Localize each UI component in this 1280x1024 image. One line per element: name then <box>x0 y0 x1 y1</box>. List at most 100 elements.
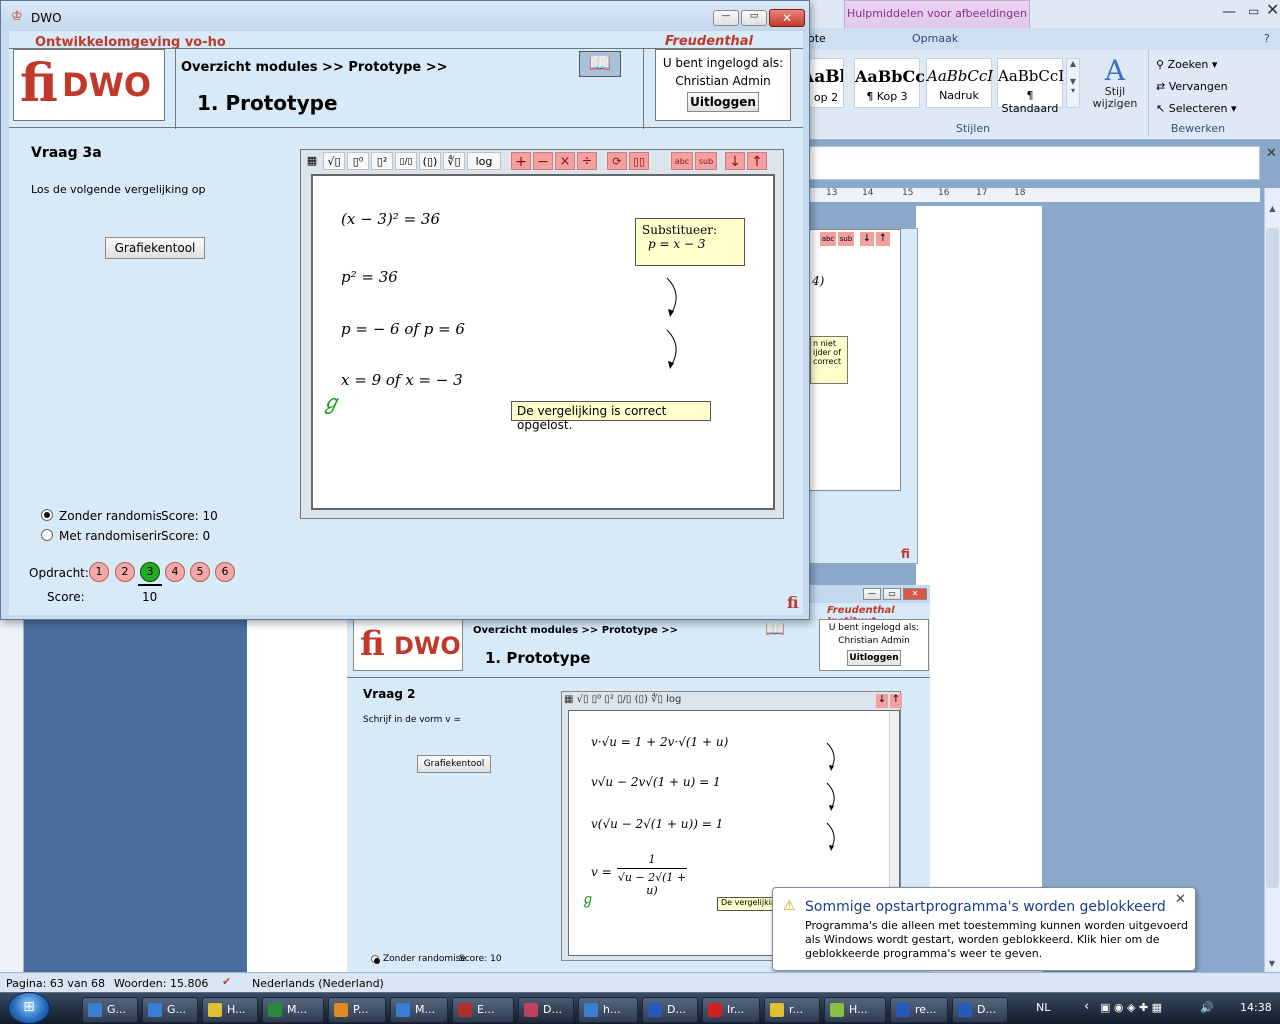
horizontal-ruler[interactable]: 13 14 15 16 17 18 <box>808 188 1260 202</box>
assignment-5[interactable]: 5 <box>190 562 210 582</box>
radio-random[interactable] <box>41 529 53 541</box>
dwo2-close-icon[interactable]: ✕ <box>903 588 927 600</box>
dwo2-minimize-icon[interactable]: — <box>863 588 881 600</box>
task-item-1[interactable]: G... <box>82 997 138 1023</box>
status-language[interactable]: Nederlands (Nederland) <box>252 977 384 990</box>
status-words[interactable]: Woorden: 15.806 <box>114 977 208 990</box>
task-item-15[interactable]: D... <box>952 997 1008 1023</box>
assignment-4[interactable]: 4 <box>165 562 185 582</box>
maximize-word-icon[interactable]: ▭ <box>1248 4 1259 18</box>
help-icon[interactable]: ? <box>1264 32 1270 45</box>
task-item-3[interactable]: H... <box>202 997 258 1023</box>
dwo2-maximize-icon[interactable]: ▭ <box>883 588 901 600</box>
word-vertical-scrollbar[interactable]: ▲ ▼ <box>1264 188 1280 972</box>
assignment-1[interactable]: 1 <box>89 562 109 582</box>
start-button[interactable]: ⊞ <box>8 992 50 1024</box>
task-item-12[interactable]: r... <box>764 997 820 1023</box>
square-icon[interactable]: ▯² <box>371 152 393 170</box>
style-nadruk[interactable]: AaBbCcI Nadruk <box>926 58 993 108</box>
clock[interactable]: 14:38 <box>1240 1001 1272 1014</box>
assignment-6[interactable]: 6 <box>215 562 235 582</box>
parentheses-icon[interactable]: (▯) <box>419 152 441 170</box>
equation-1[interactable]: (x − 3)² = 36 <box>341 210 440 228</box>
task-item-10[interactable]: D... <box>642 997 698 1023</box>
log-icon[interactable]: log <box>467 152 501 170</box>
dwo2-radio-no-random[interactable] <box>371 955 380 964</box>
arrow-down-icon[interactable]: ↓ <box>725 152 745 170</box>
grid-icon[interactable]: ▦ <box>303 152 321 170</box>
tab-partial[interactable]: ote <box>808 32 826 45</box>
dwo-breadcrumb[interactable]: Overzicht modules >> Prototype >> <box>181 60 448 75</box>
split-icon[interactable]: ▯▯ <box>629 152 649 170</box>
replace-button[interactable]: ⇄ Vervangen <box>1156 80 1228 93</box>
language-indicator[interactable]: NL <box>1036 1001 1050 1014</box>
plus-icon[interactable]: + <box>511 152 531 170</box>
dwo-maximize-icon[interactable]: ▭ <box>741 10 767 26</box>
tray-icons[interactable]: ▣ ◉ ◈ ✚ ▦ <box>1100 1001 1190 1015</box>
dwo2-logout-button[interactable]: Uitloggen <box>847 650 901 666</box>
word-page[interactable] <box>916 206 1042 972</box>
equation-4[interactable]: x = 9 of x = − 3 <box>341 371 463 389</box>
dwo2-graph-tool-button[interactable]: Grafiekentool <box>417 755 491 773</box>
change-style-button[interactable]: A Stijl wijzigen <box>1088 56 1142 116</box>
times-icon[interactable]: × <box>555 152 575 170</box>
task-item-5[interactable]: P... <box>328 997 386 1023</box>
task-item-dwo[interactable]: D... <box>518 997 574 1023</box>
question-instruction: Los de volgende vergelijking op <box>31 183 206 196</box>
dwo2-up-icon[interactable]: ↑ <box>890 694 902 708</box>
editor-canvas[interactable]: (x − 3)² = 36 p² = 36 p = − 6 of p = 6 x… <box>311 174 775 510</box>
power-zero-icon[interactable]: ▯⁰ <box>347 152 369 170</box>
assignment-3[interactable]: 3 <box>140 562 160 582</box>
divide-icon[interactable]: ÷ <box>577 152 597 170</box>
close-word-icon[interactable]: ✕ <box>1266 0 1279 19</box>
task-item-2[interactable]: G... <box>142 997 198 1023</box>
abc-icon[interactable]: abc <box>671 152 693 170</box>
assignment-2[interactable]: 2 <box>115 562 135 582</box>
status-page[interactable]: Pagina: 63 van 68 <box>6 977 105 990</box>
equation-2[interactable]: p² = 36 <box>341 268 398 286</box>
app-icon <box>708 1003 722 1017</box>
minimize-word-icon[interactable]: — <box>1222 4 1236 20</box>
minus-icon[interactable]: − <box>533 152 553 170</box>
nth-root-icon[interactable]: ∜▯ <box>443 152 465 170</box>
style-kop3[interactable]: AaBbCc ¶ Kop 3 <box>854 58 925 108</box>
fraction-icon[interactable]: ▯/▯ <box>395 152 417 170</box>
dwo-close-icon[interactable]: ✕ <box>769 9 805 27</box>
word-page-left[interactable] <box>247 620 347 972</box>
find-button[interactable]: ⚲ Zoeken ▾ <box>1156 58 1217 71</box>
balloon-close-icon[interactable]: ✕ <box>1175 892 1186 907</box>
radio-no-random[interactable] <box>41 509 53 521</box>
task-item-4[interactable]: M... <box>262 997 324 1023</box>
select-button[interactable]: ↖ Selecteren ▾ <box>1156 102 1236 115</box>
sqrt-icon[interactable]: √▯ <box>323 152 345 170</box>
tab-opmaak[interactable]: Opmaak <box>912 32 958 45</box>
blocked-startup-balloon[interactable]: ⚠ Sommige opstartprogramma's worden gebl… <box>772 887 1196 971</box>
tray-expand-icon[interactable]: ‹ <box>1084 999 1089 1014</box>
proofing-icon[interactable]: ✔ <box>222 975 231 988</box>
task-item-13[interactable]: H... <box>824 997 886 1023</box>
logout-button[interactable]: Uitloggen <box>687 92 759 112</box>
dwo-minimize-icon[interactable]: — <box>713 10 739 26</box>
task-item-14[interactable]: re... <box>890 997 948 1023</box>
equation-3[interactable]: p = − 6 of p = 6 <box>341 320 465 338</box>
dwo2-book-icon[interactable]: 📖 <box>765 619 799 639</box>
dwo2-breadcrumb[interactable]: Overzicht modules >> Prototype >> <box>473 625 678 636</box>
task-item-9[interactable]: h... <box>578 997 638 1023</box>
rotate-icon[interactable]: ⟳ <box>607 152 627 170</box>
styles-scroll[interactable]: ▲ ▼ ▾ <box>1066 58 1080 108</box>
dwo-book-icon[interactable]: 📖 <box>579 51 621 77</box>
task-item-11[interactable]: Ir... <box>702 997 760 1023</box>
close-bar-icon[interactable]: ✕ <box>1266 146 1277 161</box>
style-standaard[interactable]: AaBbCcI ¶ Standaard <box>997 58 1064 115</box>
graph-tool-button[interactable]: Grafiekentool <box>105 237 205 259</box>
vertical-ruler[interactable] <box>0 620 24 972</box>
style-kop2[interactable]: AaBbC op 2 <box>808 58 844 108</box>
arrow-up-icon[interactable]: ↑ <box>747 152 767 170</box>
formula-editor[interactable]: ▦ √▯ ▯⁰ ▯² ▯/▯ (▯) ∜▯ log + − × ÷ ⟳ ▯▯ a… <box>300 149 784 519</box>
dwo2-down-icon[interactable]: ↓ <box>876 694 888 708</box>
task-item-6[interactable]: M... <box>390 997 448 1023</box>
zoom-slider[interactable] <box>1196 976 1266 988</box>
task-item-7[interactable]: E... <box>452 997 514 1023</box>
sub-icon[interactable]: sub <box>695 152 717 170</box>
volume-icon[interactable]: 🔊 <box>1200 1001 1214 1014</box>
